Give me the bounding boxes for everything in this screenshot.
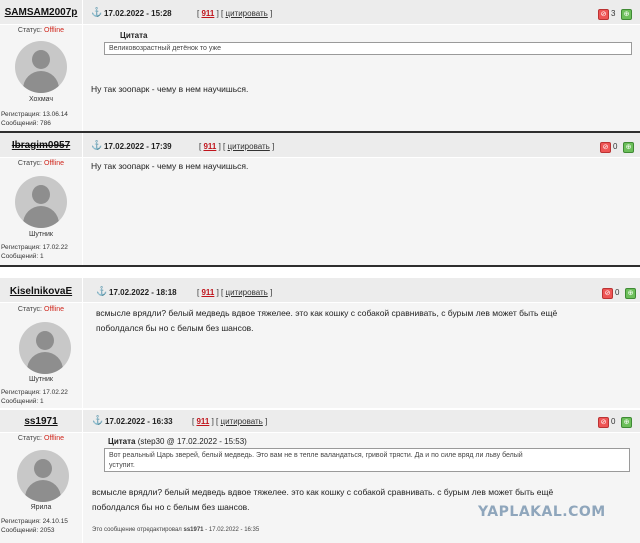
rate-up-button[interactable]: ⊕ bbox=[625, 288, 636, 299]
quote-box: Вот реальный Царь зверей, белый медведь.… bbox=[104, 448, 630, 472]
avatar[interactable] bbox=[17, 450, 69, 502]
post-tags: [ 911 ] [ цитировать ] bbox=[197, 9, 273, 18]
rate-down-button[interactable]: ⊘ bbox=[598, 9, 609, 20]
post-message: Ну так зоопарк - чему в нем научишься. bbox=[91, 84, 249, 94]
post-number-link[interactable]: 911 bbox=[203, 142, 216, 151]
rating-count: 3 bbox=[611, 9, 616, 18]
user-meta: Регистрация: 24.10.15 Сообщений: 2053 bbox=[1, 518, 68, 534]
user-status: Статус: Offline bbox=[17, 435, 65, 442]
user-meta: Регистрация: 17.02.22 Сообщений: 1 bbox=[1, 244, 68, 260]
quote-box: Великовозрастный детёнок то уже bbox=[104, 42, 632, 55]
user-status: Статус: Offline bbox=[17, 160, 65, 167]
quote-source: (step30 @ 17.02.2022 - 15:53) bbox=[137, 437, 247, 446]
post-number-link[interactable]: 911 bbox=[201, 9, 214, 18]
post-number-link[interactable]: 911 bbox=[201, 288, 214, 297]
username-link[interactable]: ss1971 bbox=[0, 416, 82, 427]
avatar[interactable] bbox=[19, 322, 71, 374]
user-rank: Ярила bbox=[30, 504, 52, 511]
user-rank: Шутник bbox=[29, 231, 53, 238]
post-tags: [ 911 ] [ цитировать ] bbox=[192, 417, 268, 426]
avatar-body-icon bbox=[27, 352, 63, 374]
edited-by-link[interactable]: ss1971 bbox=[183, 527, 203, 533]
username-link[interactable]: SAMSAM2007p bbox=[0, 7, 82, 18]
user-meta: Регистрация: 13.06.14 Сообщений: 786 bbox=[1, 111, 68, 127]
rate-up-button[interactable]: ⊕ bbox=[621, 417, 632, 428]
avatar-head-icon bbox=[32, 185, 50, 204]
post-message: Ну так зоопарк - чему в нем научишься. bbox=[91, 161, 249, 171]
avatar-head-icon bbox=[36, 331, 54, 350]
rate-down-button[interactable]: ⊘ bbox=[600, 142, 611, 153]
avatar-head-icon bbox=[34, 459, 52, 478]
user-rank: Хохмач bbox=[28, 96, 54, 103]
avatar[interactable] bbox=[15, 176, 67, 228]
avatar-body-icon bbox=[23, 71, 59, 93]
watermark-logo: YAPLAKAL.COM bbox=[478, 504, 606, 520]
cite-link[interactable]: цитировать bbox=[225, 288, 267, 297]
post-message: всмысле врядли? белый медведь вдвое тяже… bbox=[96, 308, 558, 333]
quote-title: Цитата bbox=[120, 31, 148, 40]
post-4: ss1971 Статус: Offline Ярила Регистрация… bbox=[0, 410, 640, 543]
user-status: Статус: Offline bbox=[17, 27, 65, 34]
post-tags: [ 911 ] [ цитировать ] bbox=[199, 142, 275, 151]
rating-count: 0 bbox=[613, 142, 618, 151]
cite-link[interactable]: цитировать bbox=[220, 417, 262, 426]
post-3: KiselnikovaE Статус: Offline Шутник Реги… bbox=[0, 278, 640, 408]
avatar-head-icon bbox=[32, 50, 50, 69]
post-2: Ibragim0957 Статус: Offline Шутник Регис… bbox=[0, 133, 640, 265]
post-divider bbox=[0, 265, 640, 267]
post-date: 17.02.2022 - 18:18 bbox=[109, 288, 177, 297]
user-meta: Регистрация: 17.02.22 Сообщений: 1 bbox=[1, 389, 68, 405]
edited-note: Это сообщение отредактировал ss1971 - 17… bbox=[92, 527, 260, 533]
post-number-link[interactable]: 911 bbox=[196, 417, 209, 426]
rate-down-button[interactable]: ⊘ bbox=[598, 417, 609, 428]
cite-link[interactable]: цитировать bbox=[227, 142, 269, 151]
avatar[interactable] bbox=[15, 41, 67, 93]
user-rank: Шутник bbox=[29, 376, 53, 383]
quote-header: Цитата (step30 @ 17.02.2022 - 15:53) bbox=[108, 437, 247, 446]
username-link[interactable]: KiselnikovaE bbox=[0, 286, 82, 297]
cite-link[interactable]: цитировать bbox=[225, 9, 267, 18]
post-tags: [ 911 ] [ цитировать ] bbox=[197, 288, 273, 297]
post-date: 17.02.2022 - 15:28 bbox=[104, 9, 172, 18]
user-status: Статус: Offline bbox=[17, 306, 65, 313]
rating-count: 0 bbox=[611, 417, 616, 426]
post-anchor-icon[interactable]: ⚓ bbox=[91, 8, 102, 17]
post-anchor-icon[interactable]: ⚓ bbox=[92, 416, 103, 425]
avatar-body-icon bbox=[25, 480, 61, 502]
post-anchor-icon[interactable]: ⚓ bbox=[96, 287, 107, 296]
rate-up-button[interactable]: ⊕ bbox=[623, 142, 634, 153]
rate-up-button[interactable]: ⊕ bbox=[621, 9, 632, 20]
rating-count: 0 bbox=[615, 288, 620, 297]
rate-down-button[interactable]: ⊘ bbox=[602, 288, 613, 299]
username-link[interactable]: Ibragim0957 bbox=[0, 140, 82, 151]
post-anchor-icon[interactable]: ⚓ bbox=[91, 141, 102, 150]
post-date: 17.02.2022 - 17:39 bbox=[104, 142, 172, 151]
avatar-body-icon bbox=[23, 206, 59, 228]
post-1: SAMSAM2007p Статус: Offline Хохмач Регис… bbox=[0, 0, 640, 131]
post-date: 17.02.2022 - 16:33 bbox=[105, 417, 173, 426]
